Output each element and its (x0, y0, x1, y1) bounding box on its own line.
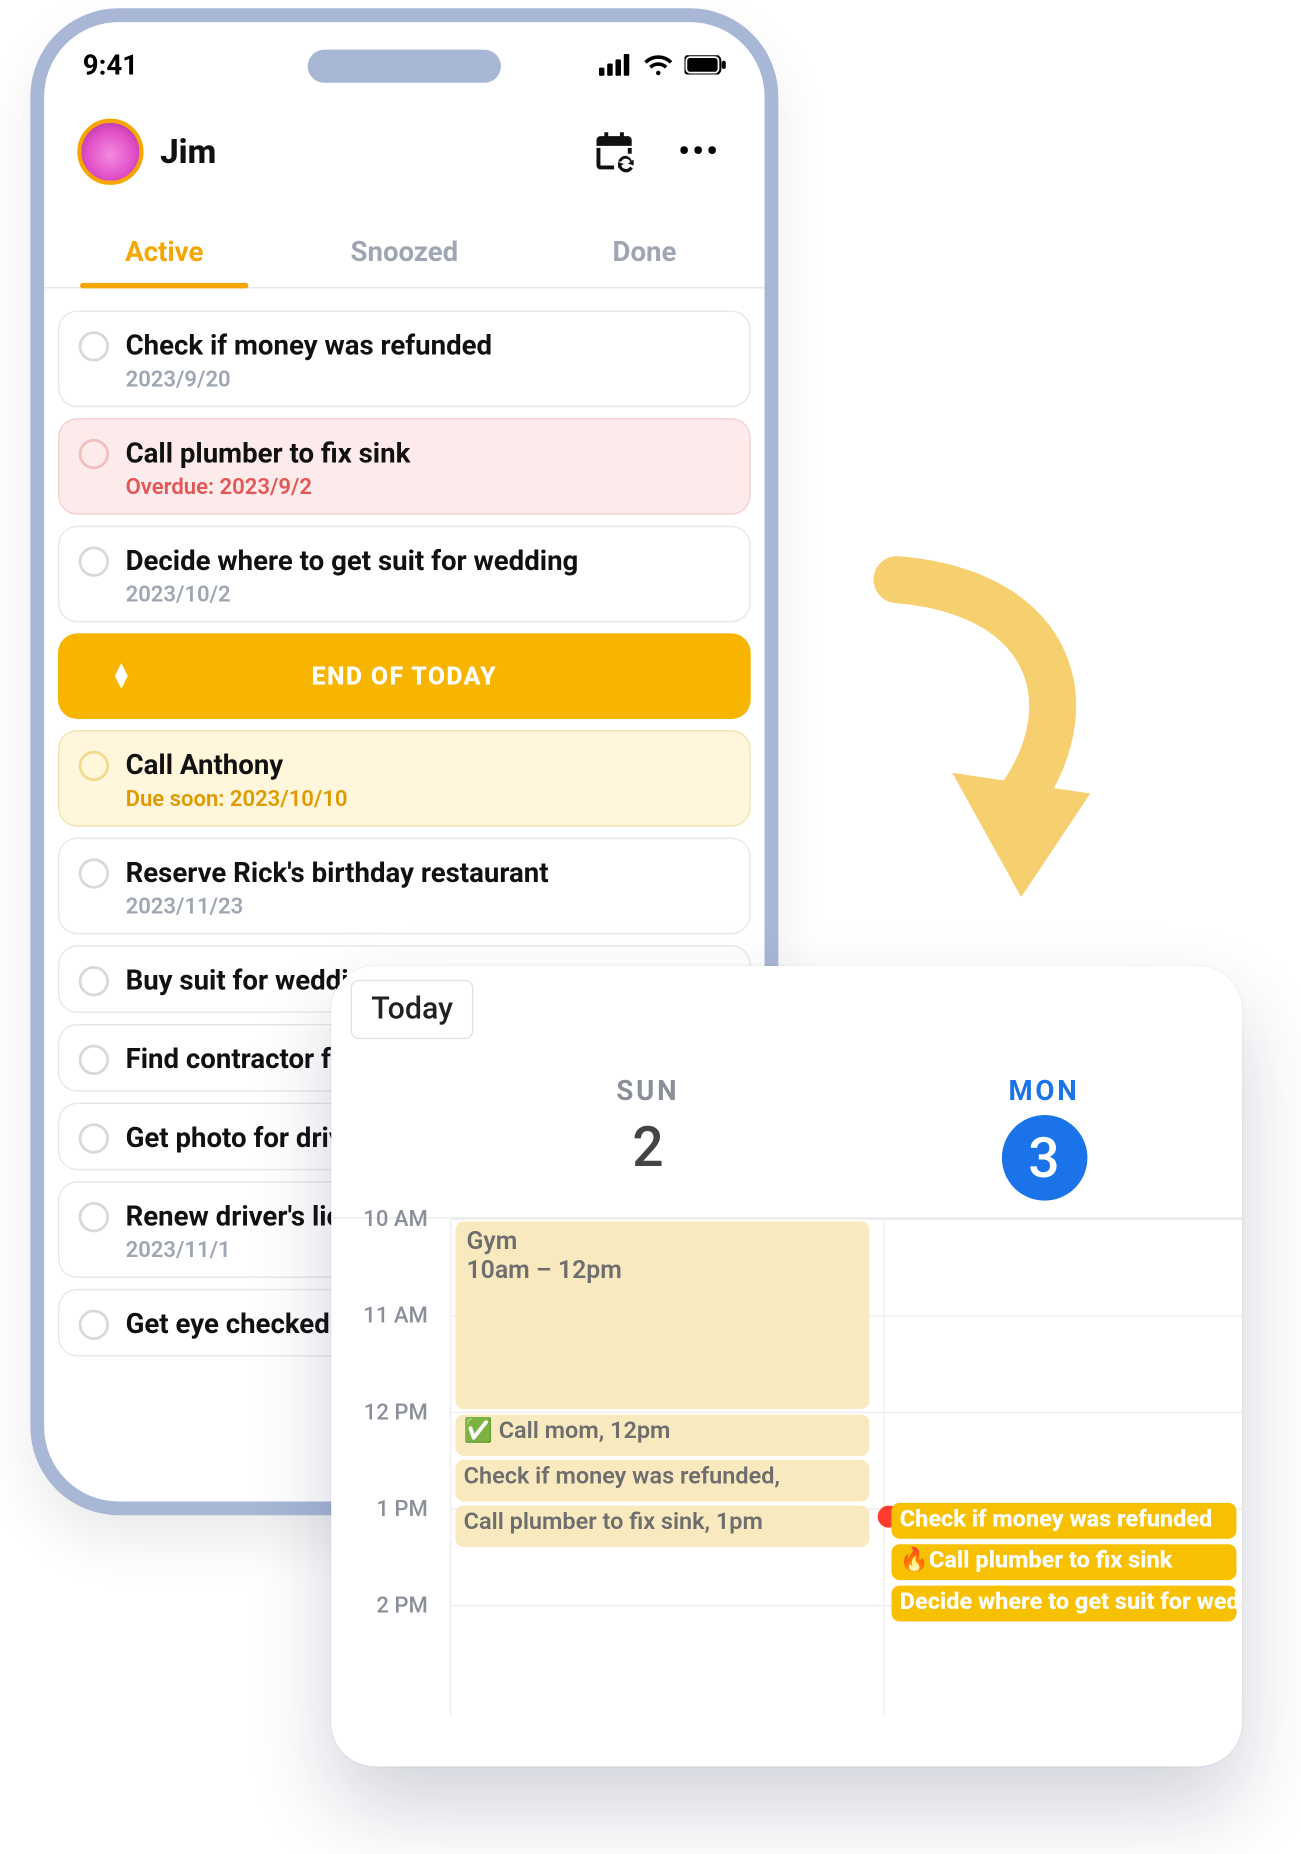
app-header: Jim ••• (44, 88, 764, 198)
tab-snoozed[interactable]: Snoozed (284, 218, 524, 287)
checkbox-circle[interactable] (79, 546, 109, 576)
calendar-event[interactable]: Decide where to get suit for wedding (891, 1586, 1236, 1622)
day-column-mon[interactable]: MON 3 (846, 1074, 1242, 1201)
sort-caret-icon: ▲▼ (110, 664, 133, 688)
task-title: Call plumber to fix sink (126, 436, 411, 471)
event-time: 10am – 12pm (466, 1256, 858, 1285)
arrow-icon (814, 552, 1118, 911)
checkbox-circle[interactable] (79, 966, 109, 996)
avatar[interactable] (77, 119, 143, 185)
more-icon[interactable]: ••• (667, 129, 731, 175)
task-title: Call Anthony (126, 748, 348, 783)
task-item[interactable]: Reserve Rick's birthday restaurant 2023/… (58, 838, 751, 935)
clock: 9:41 (83, 48, 138, 81)
calendar-card: Today SUN 2 MON 3 10 AM 11 AM 12 PM (331, 966, 1242, 1766)
today-button[interactable]: Today (351, 980, 474, 1039)
divider-label: END OF TODAY (312, 662, 497, 691)
calendar-event[interactable]: ✅ Call mom, 12pm (455, 1415, 869, 1456)
day-column-sun[interactable]: SUN 2 (450, 1074, 846, 1201)
task-date: Due soon: 2023/10/10 (126, 785, 348, 811)
checkbox-circle[interactable] (79, 1123, 109, 1153)
battery-icon (684, 55, 725, 74)
day-number: 3 (1001, 1115, 1087, 1201)
task-date: 2023/11/23 (126, 893, 549, 919)
wifi-icon (643, 54, 673, 76)
task-item[interactable]: Call plumber to fix sink Overdue: 2023/9… (58, 418, 751, 515)
checkbox-circle[interactable] (79, 751, 109, 781)
checkbox-circle[interactable] (79, 1045, 109, 1075)
hour-label: 1 PM (331, 1495, 439, 1521)
hour-label: 12 PM (331, 1399, 439, 1425)
calendar-event[interactable]: Call plumber to fix sink, 1pm (455, 1506, 869, 1547)
checkbox-circle[interactable] (79, 439, 109, 469)
calendar-grid[interactable]: 10 AM 11 AM 12 PM 1 PM 2 PM Gym 10am – 1… (331, 1219, 1242, 1716)
day-of-week: SUN (450, 1074, 846, 1107)
calendar-event[interactable]: Check if money was refunded, (455, 1460, 869, 1501)
task-title: Decide where to get suit for wedding (126, 544, 579, 579)
task-date: 2023/10/2 (126, 581, 579, 607)
hour-label: 2 PM (331, 1592, 439, 1618)
notch (308, 50, 501, 83)
day-number: 2 (450, 1115, 846, 1180)
task-title: Get eye checked (126, 1307, 330, 1342)
task-date: 2023/9/20 (126, 366, 493, 392)
username: Jim (160, 132, 216, 171)
calendar-event[interactable]: Check if money was refunded (891, 1503, 1236, 1539)
hour-label: 10 AM (331, 1205, 439, 1231)
calendar-day-header: SUN 2 MON 3 (331, 1074, 1242, 1219)
task-item[interactable]: Call Anthony Due soon: 2023/10/10 (58, 730, 751, 827)
task-title: Check if money was refunded (126, 328, 493, 363)
calendar-sync-icon[interactable] (590, 128, 637, 175)
signal-icon (599, 54, 632, 76)
checkbox-circle[interactable] (79, 858, 109, 888)
tab-active[interactable]: Active (44, 218, 284, 287)
task-date: Overdue: 2023/9/2 (126, 473, 411, 499)
status-icons (599, 54, 726, 76)
tabs: Active Snoozed Done (44, 218, 764, 288)
calendar-event[interactable]: Gym 10am – 12pm (455, 1221, 869, 1409)
end-of-today-divider[interactable]: ▲▼ END OF TODAY (58, 633, 751, 719)
day-of-week: MON (846, 1074, 1242, 1107)
checkbox-circle[interactable] (79, 1310, 109, 1340)
task-title: Reserve Rick's birthday restaurant (126, 856, 549, 891)
event-title: Gym (466, 1227, 858, 1256)
tab-done[interactable]: Done (524, 218, 764, 287)
hour-label: 11 AM (331, 1302, 439, 1328)
task-item[interactable]: Decide where to get suit for wedding 202… (58, 526, 751, 623)
checkbox-circle[interactable] (79, 331, 109, 361)
calendar-event[interactable]: 🔥Call plumber to fix sink (891, 1544, 1236, 1580)
task-item[interactable]: Check if money was refunded 2023/9/20 (58, 311, 751, 408)
checkbox-circle[interactable] (79, 1202, 109, 1232)
